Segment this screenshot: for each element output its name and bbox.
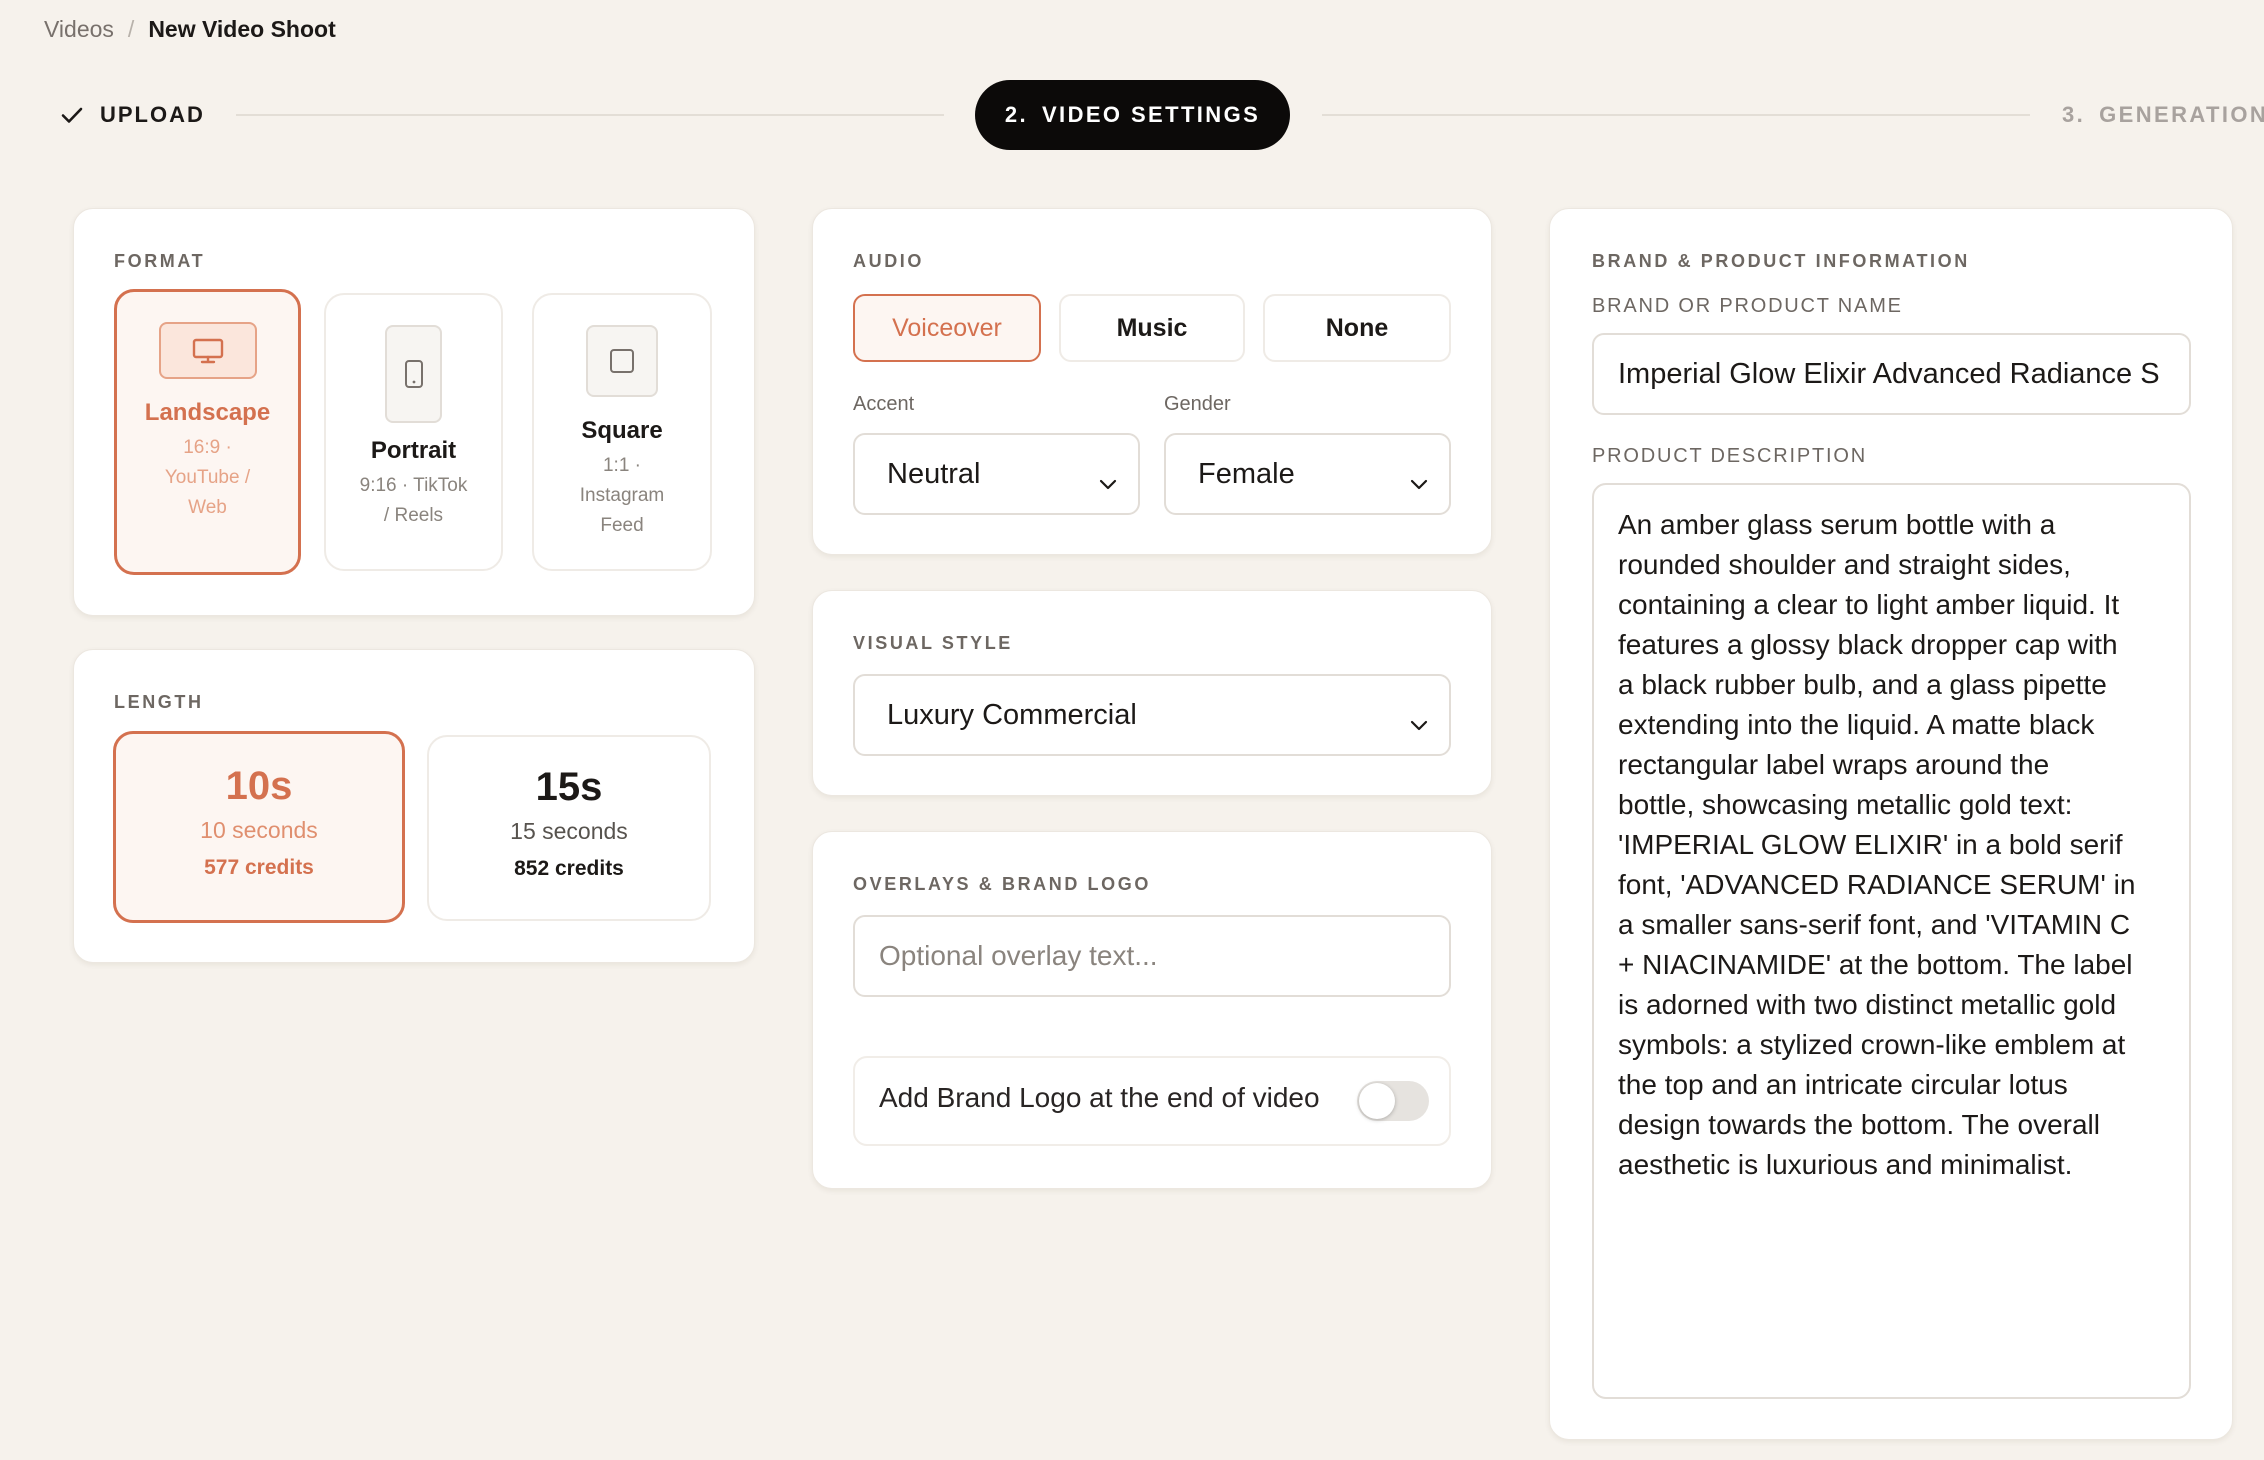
- brand-section-label: BRAND & PRODUCT INFORMATION: [1592, 251, 1970, 271]
- description-line: aesthetic is luxurious and minimalist.: [1618, 1149, 2073, 1180]
- step-generation-label: GENERATION: [2099, 102, 2264, 127]
- square-icon: [586, 325, 658, 397]
- visual-style-select-value: Luxury Commercial: [887, 698, 1137, 731]
- audio-card: AUDIO Voiceover Music None Accent Gender…: [812, 208, 1492, 555]
- monitor-icon: [158, 322, 257, 379]
- format-title: Landscape: [144, 399, 271, 426]
- brand-logo-toggle-row: Add Brand Logo at the end of video: [853, 1056, 1451, 1146]
- brand-logo-toggle-label: Add Brand Logo at the end of video: [879, 1082, 1320, 1113]
- description-line: symbols: a stylized crown-like emblem at: [1618, 1029, 2126, 1060]
- step-number: 2.: [1004, 102, 1028, 127]
- gender-label: Gender: [1164, 393, 1231, 415]
- visual-style-section-label: VISUAL STYLE: [853, 633, 1013, 653]
- description-line: extending into the liquid. A matte black: [1618, 709, 2095, 740]
- brand-name-label: BRAND OR PRODUCT NAME: [1592, 295, 1903, 317]
- step-connector: [1322, 114, 2030, 116]
- length-credits: 852 credits: [514, 857, 624, 880]
- breadcrumb-videos-link[interactable]: Videos: [44, 16, 114, 43]
- toggle-knob: [1359, 1083, 1395, 1119]
- format-subtitle: 9:16 · TikTok / Reels: [326, 471, 501, 531]
- format-subtitle-line: YouTube /: [164, 467, 251, 488]
- audio-section-label: AUDIO: [853, 251, 924, 271]
- description-line: features a glossy black dropper cap with: [1618, 629, 2118, 660]
- step-generation[interactable]: 3. GENERATION: [2062, 102, 2264, 128]
- length-value: 15s: [535, 765, 603, 809]
- length-option-15s[interactable]: 15s 15 seconds 852 credits: [427, 735, 711, 921]
- format-section-label: FORMAT: [114, 251, 206, 271]
- description-line: the top and an intricate circular lotus: [1618, 1069, 2068, 1100]
- description-line: rounded shoulder and straight sides,: [1618, 549, 2071, 580]
- length-section-label: LENGTH: [114, 692, 204, 712]
- format-option-square[interactable]: Square 1:1 · Instagram Feed: [532, 293, 712, 571]
- audio-voiceover-button[interactable]: Voiceover: [853, 294, 1041, 362]
- stepper: UPLOAD 2. VIDEO SETTINGS 3. GENERATION: [0, 80, 2264, 150]
- product-description-textarea[interactable]: An amber glass serum bottle with a round…: [1592, 483, 2191, 1399]
- length-option-10s[interactable]: 10s 10 seconds 577 credits: [113, 731, 405, 923]
- step-video-settings-label: VIDEO SETTINGS: [1041, 102, 1261, 127]
- format-subtitle-line: 1:1 ·: [602, 455, 642, 476]
- step-video-settings[interactable]: 2. VIDEO SETTINGS: [975, 80, 1290, 150]
- overlay-text-input[interactable]: [853, 915, 1451, 997]
- step-upload-label: UPLOAD: [100, 102, 205, 127]
- format-subtitle-line: 16:9 ·: [183, 437, 232, 458]
- format-subtitle-line: Feed: [600, 515, 644, 536]
- length-credits: 577 credits: [204, 856, 314, 879]
- breadcrumb-separator: /: [127, 16, 135, 42]
- product-description-label: PRODUCT DESCRIPTION: [1592, 445, 1867, 467]
- breadcrumb-current: New Video Shoot: [148, 16, 336, 42]
- accent-label: Accent: [853, 393, 915, 415]
- format-option-landscape[interactable]: Landscape 16:9 · YouTube / Web: [114, 289, 301, 575]
- step-upload[interactable]: UPLOAD: [60, 102, 205, 128]
- length-card: LENGTH 10s 10 seconds 577 credits 15s 15…: [73, 649, 755, 963]
- gender-select-value: Female: [1198, 457, 1295, 490]
- description-line: is adorned with two distinct metallic go…: [1618, 989, 2117, 1020]
- format-subtitle: 16:9 · YouTube / Web: [117, 433, 298, 523]
- step-number: 3.: [2062, 102, 2086, 127]
- format-subtitle-line: / Reels: [383, 505, 444, 526]
- description-line: a smaller sans-serif font, and 'VITAMIN …: [1618, 909, 2131, 940]
- accent-select-value: Neutral: [887, 457, 981, 490]
- format-card: FORMAT Landscape 16:9 · YouTube / Web Po…: [73, 208, 755, 616]
- format-subtitle-line: Instagram: [579, 485, 665, 506]
- audio-music-button[interactable]: Music: [1059, 294, 1245, 362]
- visual-style-select[interactable]: Luxury Commercial: [853, 674, 1451, 756]
- length-value: 10s: [225, 764, 293, 808]
- format-title: Portrait: [370, 437, 457, 464]
- phone-icon: [385, 325, 442, 423]
- length-seconds: 15 seconds: [510, 818, 628, 844]
- audio-none-button[interactable]: None: [1263, 294, 1451, 362]
- brand-name-input[interactable]: Imperial Glow Elixir Advanced Radiance S: [1592, 333, 2191, 415]
- breadcrumb: Videos / New Video Shoot: [44, 16, 336, 43]
- format-subtitle-line: 9:16 · TikTok: [359, 475, 468, 496]
- chevron-down-icon: [1409, 707, 1429, 740]
- brand-name-value: Imperial Glow Elixir Advanced Radiance S: [1618, 357, 2160, 390]
- description-line: a black rubber bulb, and a glass pipette: [1618, 669, 2107, 700]
- description-line: bottle, showcasing metallic gold text:: [1618, 789, 2073, 820]
- brand-logo-toggle[interactable]: [1357, 1081, 1429, 1121]
- overlays-section-label: OVERLAYS & BRAND LOGO: [853, 874, 1151, 894]
- format-option-portrait[interactable]: Portrait 9:16 · TikTok / Reels: [324, 293, 503, 571]
- visual-style-card: VISUAL STYLE Luxury Commercial: [812, 590, 1492, 796]
- format-title: Square: [581, 417, 663, 444]
- chevron-down-icon: [1098, 466, 1118, 499]
- accent-select[interactable]: Neutral: [853, 433, 1140, 515]
- description-line: font, 'ADVANCED RADIANCE SERUM' in: [1618, 869, 2136, 900]
- description-line: 'IMPERIAL GLOW ELIXIR' in a bold serif: [1618, 829, 2123, 860]
- gender-select[interactable]: Female: [1164, 433, 1451, 515]
- chevron-down-icon: [1409, 466, 1429, 499]
- format-subtitle-line: Web: [188, 497, 227, 518]
- format-subtitle: 1:1 · Instagram Feed: [534, 451, 710, 541]
- length-seconds: 10 seconds: [200, 817, 318, 843]
- description-line: containing a clear to light amber liquid…: [1618, 589, 2120, 620]
- check-icon: [60, 103, 84, 127]
- step-connector: [236, 114, 944, 116]
- description-line: An amber glass serum bottle with a: [1618, 509, 2056, 540]
- overlays-card: OVERLAYS & BRAND LOGO Add Brand Logo at …: [812, 831, 1492, 1189]
- description-line: design towards the bottom. The overall: [1618, 1109, 2100, 1140]
- brand-card: BRAND & PRODUCT INFORMATION BRAND OR PRO…: [1549, 208, 2233, 1440]
- description-line: + NIACINAMIDE' at the bottom. The label: [1618, 949, 2133, 980]
- description-line: rectangular label wraps around the: [1618, 749, 2050, 780]
